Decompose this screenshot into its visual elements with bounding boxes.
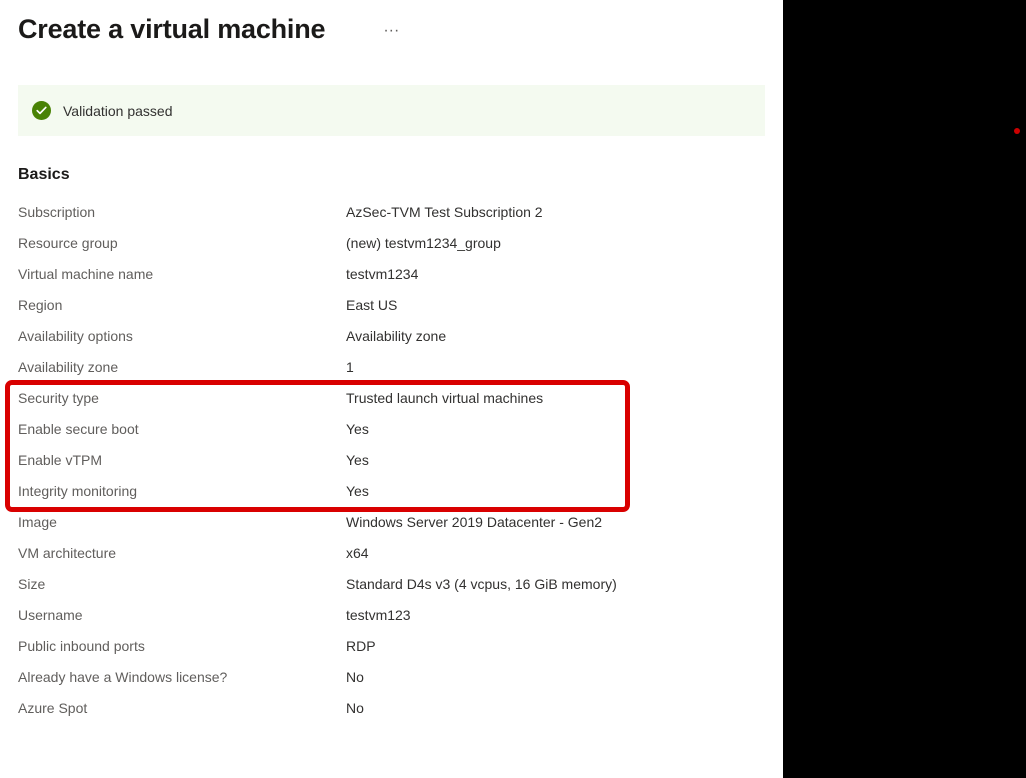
detail-label: Size [18,576,346,592]
detail-value: Windows Server 2019 Datacenter - Gen2 [346,514,602,530]
table-row: Username testvm123 [18,599,765,630]
right-panel [783,0,1026,778]
detail-value: 1 [346,359,354,375]
table-row: Public inbound ports RDP [18,630,765,661]
detail-label: Subscription [18,204,346,220]
detail-value: RDP [346,638,376,654]
table-row: Enable vTPM Yes [18,444,765,475]
table-row: Size Standard D4s v3 (4 vcpus, 16 GiB me… [18,568,765,599]
detail-value: Yes [346,421,369,437]
table-row: Security type Trusted launch virtual mac… [18,382,765,413]
detail-label: Availability options [18,328,346,344]
table-row: Virtual machine name testvm1234 [18,258,765,289]
recording-indicator-icon [1014,128,1020,134]
detail-value: testvm1234 [346,266,418,282]
detail-label: Username [18,607,346,623]
section-title-basics: Basics [0,136,783,188]
validation-banner: Validation passed [18,85,765,136]
table-row: Integrity monitoring Yes [18,475,765,506]
detail-label: Virtual machine name [18,266,346,282]
detail-label: Availability zone [18,359,346,375]
detail-value: Standard D4s v3 (4 vcpus, 16 GiB memory) [346,576,617,592]
more-actions-button[interactable]: ··· [383,22,399,40]
detail-value: Yes [346,483,369,499]
detail-value: testvm123 [346,607,411,623]
detail-label: Region [18,297,346,313]
table-row: Region East US [18,289,765,320]
detail-label: Enable secure boot [18,421,346,437]
table-row: Enable secure boot Yes [18,413,765,444]
detail-label: Enable vTPM [18,452,346,468]
detail-label: Security type [18,390,346,406]
detail-label: Public inbound ports [18,638,346,654]
detail-value: East US [346,297,397,313]
detail-label: Integrity monitoring [18,483,346,499]
detail-value: No [346,669,364,685]
basics-details: Subscription AzSec-TVM Test Subscription… [0,188,783,723]
page-title: Create a virtual machine [18,14,325,45]
detail-label: Resource group [18,235,346,251]
table-row: VM architecture x64 [18,537,765,568]
detail-label: Azure Spot [18,700,346,716]
table-row: Subscription AzSec-TVM Test Subscription… [18,196,765,227]
detail-value: Availability zone [346,328,446,344]
detail-value: No [346,700,364,716]
detail-label: VM architecture [18,545,346,561]
detail-value: Yes [346,452,369,468]
detail-label: Image [18,514,346,530]
table-row: Azure Spot No [18,692,765,723]
table-row: Availability options Availability zone [18,320,765,351]
table-row: Resource group (new) testvm1234_group [18,227,765,258]
detail-value: (new) testvm1234_group [346,235,501,251]
success-check-icon [32,101,51,120]
detail-label: Already have a Windows license? [18,669,346,685]
validation-status-text: Validation passed [63,103,172,119]
detail-value: AzSec-TVM Test Subscription 2 [346,204,543,220]
detail-value: x64 [346,545,369,561]
detail-value: Trusted launch virtual machines [346,390,543,406]
table-row: Image Windows Server 2019 Datacenter - G… [18,506,765,537]
table-row: Availability zone 1 [18,351,765,382]
table-row: Already have a Windows license? No [18,661,765,692]
